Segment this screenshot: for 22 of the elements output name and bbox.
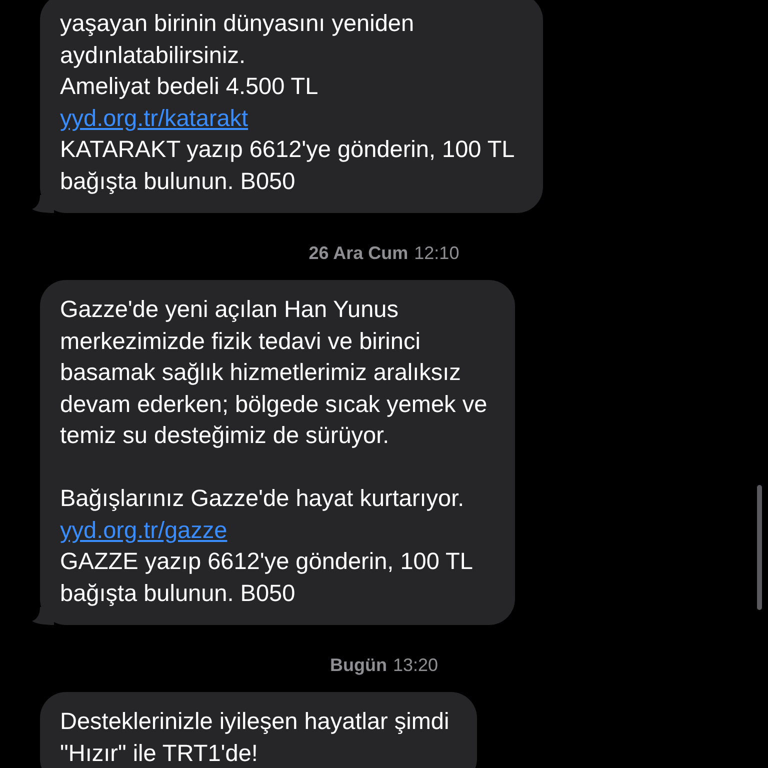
scrollbar[interactable] — [757, 485, 762, 610]
message-text: KATARAKT yazıp 6612'ye gönderin, 100 TL — [60, 135, 515, 164]
message-link[interactable]: yyd.org.tr/gazze — [60, 516, 228, 542]
message-text: Desteklerinizle iyileşen hayatlar şimdi — [60, 707, 450, 736]
timestamp-time: 12:10 — [414, 243, 460, 264]
message-text: merkezimizde fizik tedavi ve birinci — [60, 326, 422, 356]
timestamp-day: Bugün — [330, 655, 387, 676]
timestamp-time: 13:20 — [392, 655, 438, 676]
message-text: GAZZE yazıp 6612'ye gönderin, 100 TL — [60, 547, 474, 576]
message-text: "Hızır" ile TRT1'de! — [60, 738, 259, 768]
message-text: basamak sağlık hizmetlerimiz aralıksız — [60, 358, 462, 387]
message-text: Bağışlarınız Gazze'de hayat kurtarıyor. — [60, 484, 466, 513]
message-text: bağışta bulunun. B050 — [60, 578, 296, 608]
message-text: aydınlatabilirsiniz. — [60, 40, 246, 70]
message-text: Gazze'de yeni açılan Han Yunus — [60, 295, 400, 324]
message-text: temiz su desteğimiz de sürüyor. — [60, 421, 390, 450]
message-text: yaşayan birinin dünyasını yeniden — [60, 9, 416, 38]
message-text: bağışta bulunun. B050 — [60, 166, 296, 196]
message-link[interactable]: yyd.org.tr/katarakt — [60, 104, 248, 130]
timestamp-day: 26 Ara Cum — [308, 243, 408, 264]
message-text: devam ederken; bölgede sıcak yemek ve — [60, 390, 488, 419]
message-text: Ameliyat bedeli 4.500 TL — [60, 72, 320, 101]
